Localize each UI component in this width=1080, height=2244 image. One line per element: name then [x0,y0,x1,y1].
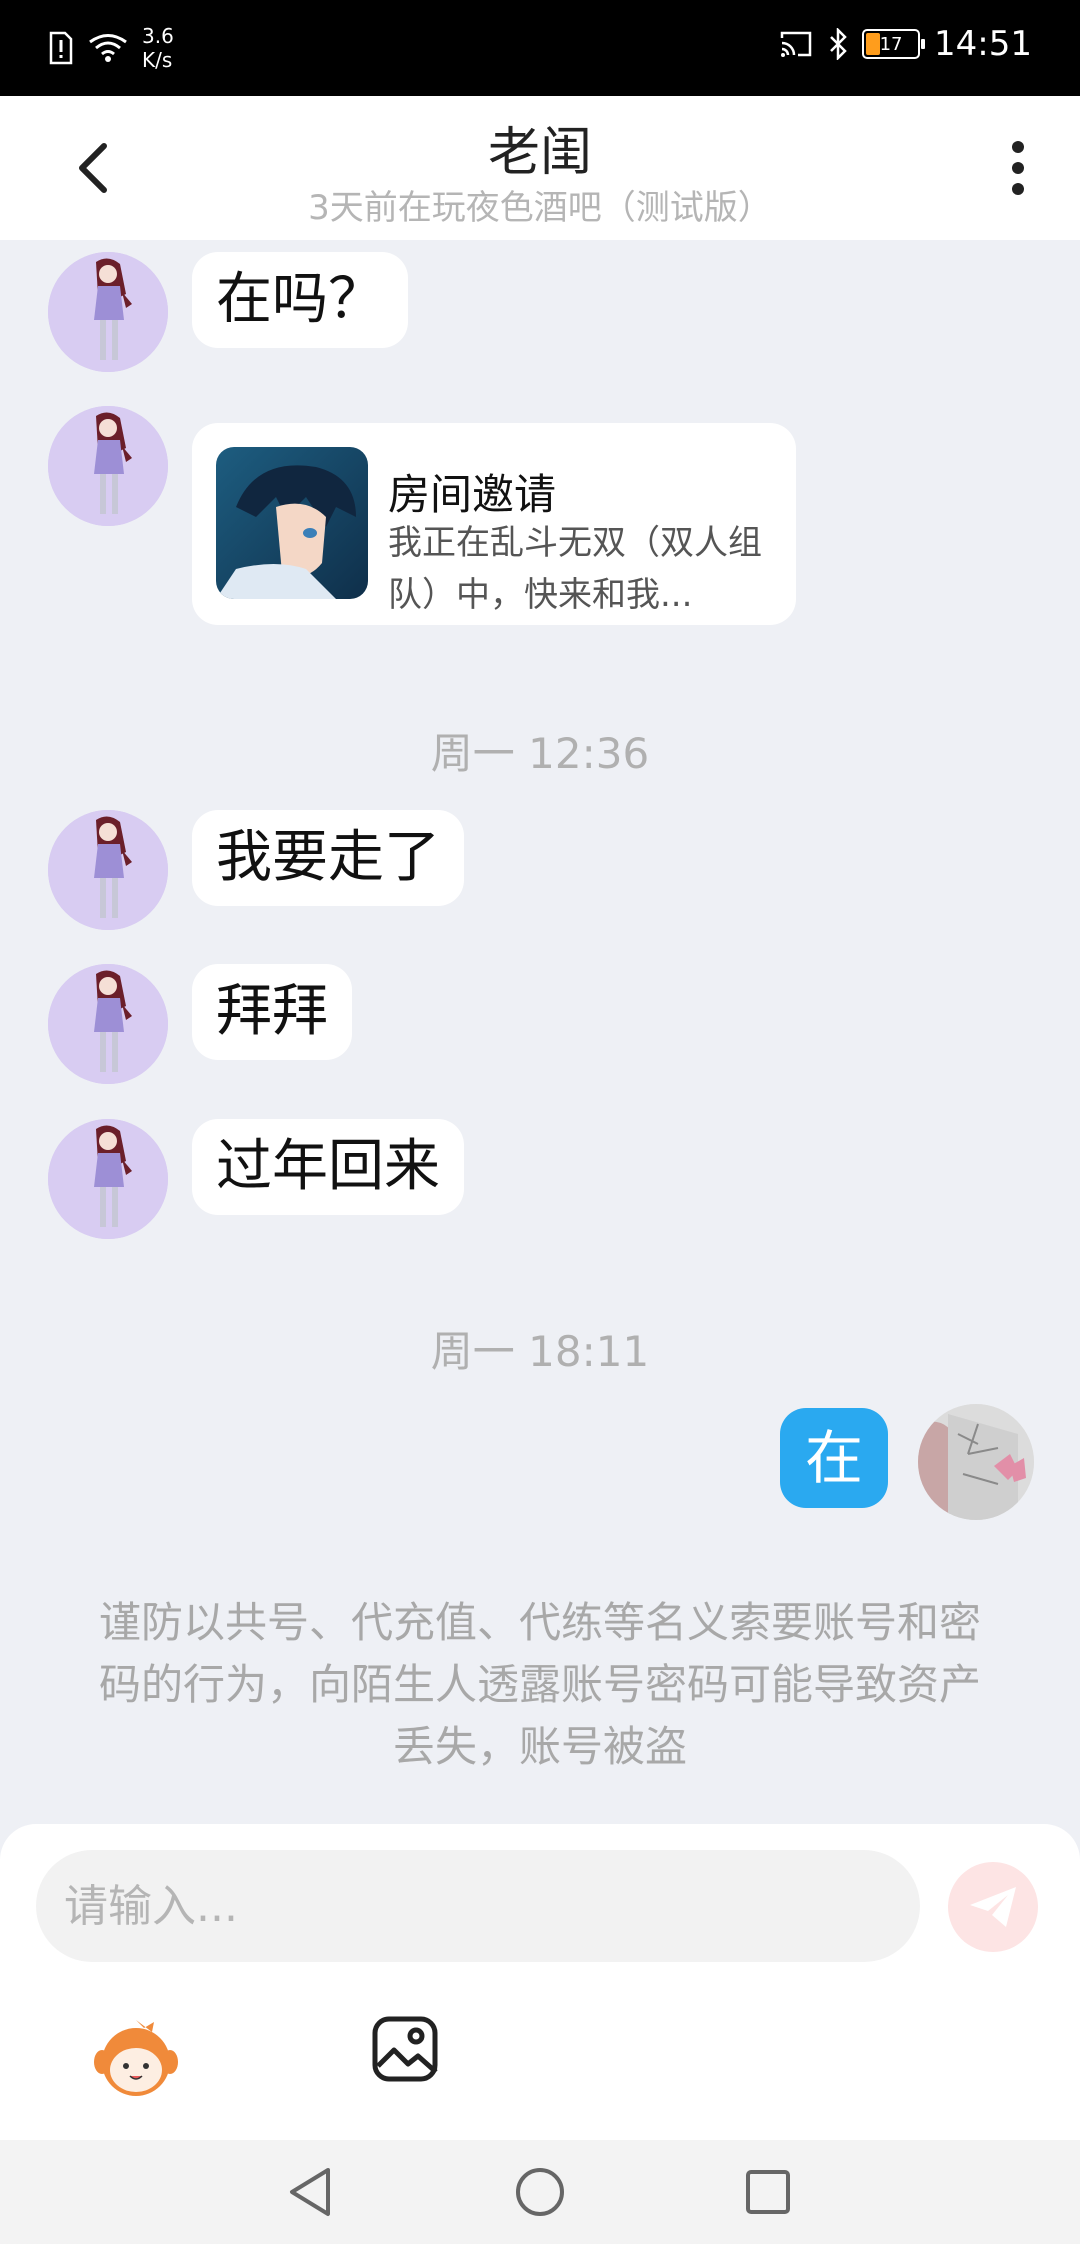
chat-title: 老闺 [487,123,592,183]
message-bubble[interactable]: 我要走了 [192,810,464,906]
message-bubble[interactable]: 过年回来 [192,1119,464,1215]
cast-icon [780,31,812,57]
contact-avatar[interactable] [48,810,168,930]
contact-avatar[interactable] [48,406,168,526]
wifi-icon [89,34,127,62]
status-right: 17 14:51 [778,24,1032,64]
image-button[interactable] [370,2014,440,2084]
security-warning: 谨防以共号、代充值、代练等名义索要账号和密码的行为，向陌生人透露账号密码可能导致… [98,1598,981,1771]
avatar-character-image [48,252,168,372]
nav-recent-icon [746,2170,790,2214]
anime-character-image [216,447,368,599]
contact-avatar[interactable] [48,964,168,1084]
avatar-character-image [48,810,168,930]
clock: 14:51 [934,24,1032,64]
status-left: 3.6 K/s [48,24,174,72]
nav-back-icon [290,2168,330,2216]
system-nav-bar [0,2140,1080,2244]
avatar-character-image [48,1119,168,1239]
emoji-sticker-button[interactable] [92,2014,180,2102]
avatar-character-image [48,406,168,526]
contact-avatar[interactable] [48,252,168,372]
send-button[interactable] [948,1862,1038,1952]
bluetooth-icon [830,28,847,60]
avatar-photo-image [918,1404,1034,1520]
message-bubble[interactable]: 在吗？ [192,252,408,348]
sim-alert-icon [49,31,73,65]
chat-header: 老闺 3天前在玩夜色酒吧（测试版） [0,96,1080,240]
my-avatar[interactable] [918,1404,1034,1520]
battery-indicator: 17 [862,29,926,59]
input-panel [0,1824,1080,2140]
network-speed: 3.6 K/s [142,24,174,72]
nav-recent-button[interactable] [740,2164,796,2220]
message-timestamp: 周一 12:36 [430,729,650,778]
invite-game-thumbnail [216,447,368,599]
message-bubble[interactable]: 拜拜 [192,964,352,1060]
contact-avatar[interactable] [48,1119,168,1239]
nav-back-button[interactable] [282,2164,338,2220]
emoji-sticker-icon [94,2020,178,2096]
chat-subtitle: 3天前在玩夜色酒吧（测试版） [308,188,772,228]
image-icon [372,2016,438,2082]
message-timestamp: 周一 18:11 [430,1327,650,1376]
nav-home-button[interactable] [512,2164,568,2220]
avatar-character-image [48,964,168,1084]
more-button[interactable] [986,136,1050,200]
my-message-bubble[interactable]: 在 [780,1408,888,1508]
status-bar: 3.6 K/s 17 14:51 [0,0,1080,96]
room-invite-card[interactable]: 房间邀请 我正在乱斗无双（双人组队）中，快来和我... [192,423,796,625]
message-input-container [36,1850,920,1962]
invite-description: 我正在乱斗无双（双人组队）中，快来和我... [388,523,762,615]
invite-title: 房间邀请 [388,470,557,519]
more-icon [1012,141,1024,195]
send-icon [970,1887,1016,1927]
message-input[interactable] [36,1850,920,1962]
nav-home-icon [516,2168,564,2216]
